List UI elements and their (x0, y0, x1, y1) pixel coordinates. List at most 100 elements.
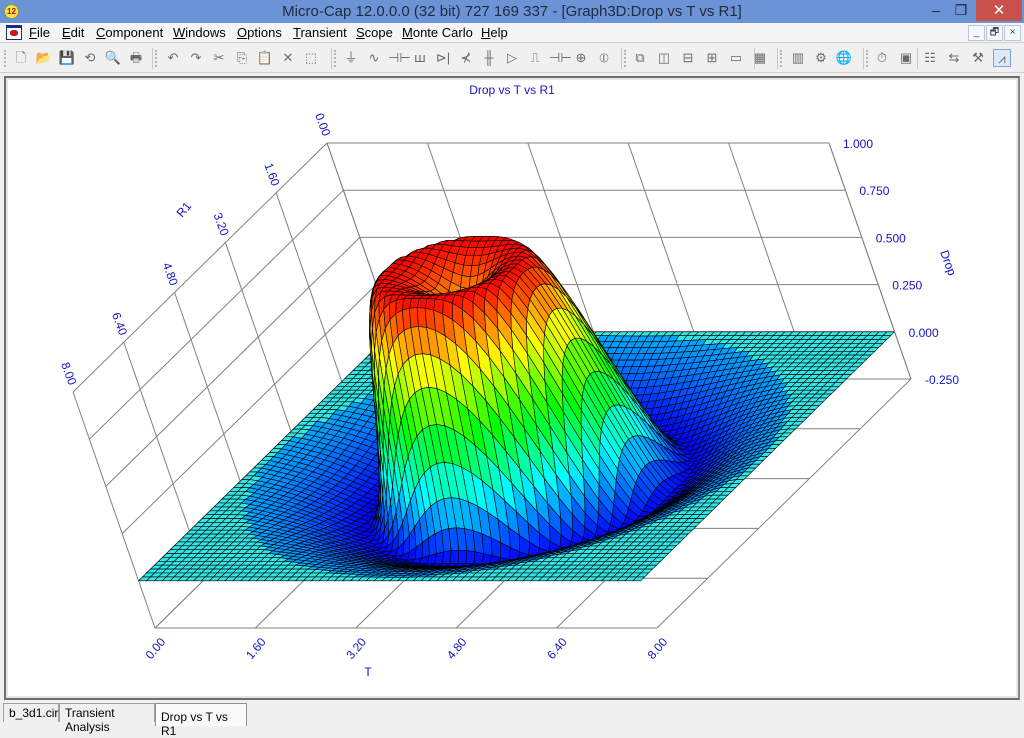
document-icon[interactable] (6, 25, 22, 40)
toolbar-separator (621, 48, 622, 69)
menu-label: ptions (247, 25, 282, 40)
z-tick-label: -0.250 (925, 373, 959, 387)
tab-transient-analysis[interactable]: Transient Analysis (59, 703, 155, 722)
tile-horizontal-icon[interactable]: ⊟ (679, 49, 697, 67)
menu-component[interactable]: Component (96, 25, 163, 40)
tab-b-3d1-cir[interactable]: b_3d1.cir (3, 703, 59, 722)
menu-hotkey: F (29, 25, 37, 40)
split-icon[interactable]: ⊞ (703, 49, 721, 67)
toolbar-grip[interactable] (780, 50, 782, 67)
menu-hotkey: S (356, 25, 365, 40)
resistor-icon[interactable]: ∿ (365, 49, 383, 67)
properties-icon[interactable]: ▥ (789, 49, 807, 67)
print-icon[interactable]: 🖶 (127, 49, 145, 67)
copy-icon[interactable]: ⎘ (233, 49, 251, 67)
save-icon[interactable]: 💾 (58, 49, 76, 67)
z-tick-label: 0.000 (909, 326, 939, 340)
toolbar-grip[interactable] (866, 50, 868, 67)
maximize-button[interactable]: ❐ (946, 0, 976, 21)
chart-title: Drop vs T vs R1 (469, 83, 555, 97)
menu-file[interactable]: File (29, 25, 50, 40)
surface-patch (450, 550, 459, 563)
x-tick-label: 8.00 (645, 635, 671, 662)
undo-icon[interactable]: ↶ (164, 49, 182, 67)
y-tick-label: 6.40 (109, 310, 130, 337)
plot-3d[interactable]: Drop vs T vs R10.001.603.204.806.408.00T… (6, 78, 1018, 698)
toolbar: 🗋 📂 💾 ⟲ 🔍 🖶 ↶ ↷ ✂ ⎘ 📋 ✕ ⬚ ⏚ ∿ ⊣⊢ ꟺ ⊳| ⊀ ╫ ▷ ⎍ ⊣⊢ ⊕ ⦶ ⧉ ◫ ⊟ ⊞ ▭ ▦ ▥ ⚙ 🌐 ⏱ ▣ ☷… (0, 44, 1024, 73)
current-source-icon[interactable]: ⊕ (572, 49, 590, 67)
analysis-limits-icon[interactable]: ☷ (921, 49, 939, 67)
x-tick-label: 4.80 (444, 635, 470, 662)
state-variables-icon[interactable]: ▣ (897, 49, 915, 67)
menu-edit[interactable]: Edit (62, 25, 84, 40)
close-button[interactable]: ✕ (976, 0, 1022, 21)
menu-label: onte Carlo (413, 25, 473, 40)
mdi-close-button[interactable]: × (1004, 25, 1021, 41)
pulse-source-icon[interactable]: ⎍ (526, 49, 544, 67)
menu-options[interactable]: Options (237, 25, 282, 40)
run-icon[interactable]: ⏱ (873, 49, 891, 67)
cascade-icon[interactable]: ⧉ (631, 49, 649, 67)
tools-icon[interactable]: ⚒ (969, 49, 987, 67)
toolbar-separator (331, 48, 332, 69)
x-axis-label: T (364, 665, 372, 679)
menu-windows[interactable]: Windows (173, 25, 226, 40)
clear-icon[interactable]: ✕ (279, 49, 297, 67)
menu-hotkey: W (173, 25, 185, 40)
gridline-left-r (73, 392, 155, 628)
battery-icon[interactable]: ⊣⊢ (549, 49, 567, 67)
toolbar-grip[interactable] (155, 50, 157, 67)
plot-icon[interactable]: ⩘ (993, 49, 1011, 67)
stepping-icon[interactable]: ⇆ (945, 49, 963, 67)
revert-icon[interactable]: ⟲ (81, 49, 99, 67)
tile-vertical-icon[interactable]: ◫ (655, 49, 673, 67)
menu-label: omponent (105, 25, 163, 40)
open-icon[interactable]: 📂 (35, 49, 53, 67)
menu-hotkey: H (481, 25, 490, 40)
y-tick-label: 1.60 (261, 161, 282, 188)
x-tick-label: 1.60 (243, 635, 269, 662)
mdi-restore-button[interactable]: 🗗 (986, 25, 1003, 41)
redo-icon[interactable]: ↷ (187, 49, 205, 67)
calculator-icon[interactable]: ▦ (751, 49, 769, 67)
paste-icon[interactable]: 📋 (256, 49, 274, 67)
menu-transient[interactable]: Transient (293, 25, 347, 40)
diode-icon[interactable]: ⊳| (434, 49, 452, 67)
inductor-icon[interactable]: ꟺ (411, 49, 429, 67)
title-bar: 12 Micro-Cap 12.0.0.0 (32 bit) 727 169 3… (0, 0, 1024, 23)
tab-drop-vs-t-vs-r1[interactable]: Drop vs T vs R1 (155, 703, 247, 726)
mdi-minimize-button[interactable]: _ (968, 25, 985, 41)
global-settings-icon[interactable]: 🌐 (835, 49, 853, 67)
toolbar-grip[interactable] (4, 50, 6, 67)
graph-window: Drop vs T vs R10.001.603.204.806.408.00T… (4, 76, 1020, 700)
menu-help[interactable]: Help (481, 25, 508, 40)
opamp-icon[interactable]: ▷ (503, 49, 521, 67)
print-preview-icon[interactable]: 🔍 (104, 49, 122, 67)
toolbar-separator (777, 48, 778, 69)
voltage-source-icon[interactable]: ⦶ (595, 49, 613, 67)
z-tick-label: 0.500 (876, 231, 906, 245)
new-icon[interactable]: 🗋 (12, 49, 30, 67)
transistor-icon[interactable]: ⊀ (457, 49, 475, 67)
toolbar-grip[interactable] (624, 50, 626, 67)
tab-bar: b_3d1.cirTransient AnalysisDrop vs T vs … (0, 700, 1024, 728)
menu-scope[interactable]: Scope (356, 25, 393, 40)
toolbar-separator (863, 48, 864, 69)
z-tick-label: 0.750 (859, 184, 889, 198)
capacitor-icon[interactable]: ⊣⊢ (388, 49, 406, 67)
maximize-window-icon[interactable]: ▭ (727, 49, 745, 67)
z-tick-label: 1.000 (843, 137, 873, 151)
mosfet-icon[interactable]: ╫ (480, 49, 498, 67)
menu-label: indows (185, 25, 225, 40)
gridline-left-z (73, 143, 327, 392)
menu-monte-carlo[interactable]: Monte Carlo (402, 25, 473, 40)
select-all-icon[interactable]: ⬚ (302, 49, 320, 67)
surface-patch (458, 550, 467, 563)
toolbar-grip[interactable] (334, 50, 336, 67)
surface-mesh (139, 236, 895, 580)
user-settings-icon[interactable]: ⚙ (812, 49, 830, 67)
cut-icon[interactable]: ✂ (210, 49, 228, 67)
ground-icon[interactable]: ⏚ (342, 49, 360, 67)
y-tick-label: 3.20 (211, 211, 232, 238)
surface-patch (474, 552, 484, 564)
